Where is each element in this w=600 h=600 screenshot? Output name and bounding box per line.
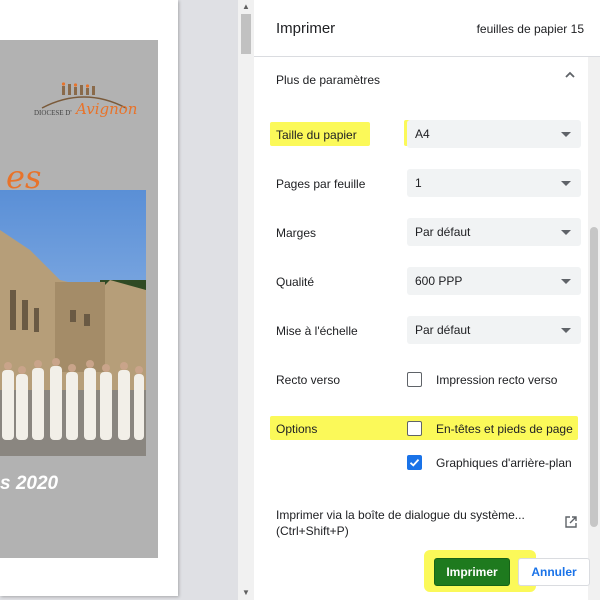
logo-caption: DIOCESE D' [34, 109, 72, 117]
print-preview-area: DIOCESE D' Avignon es s 2020 [0, 0, 238, 600]
caret-down-icon [561, 132, 571, 137]
scaling-value: Par défaut [415, 323, 471, 337]
cancel-button[interactable]: Annuler [518, 558, 590, 586]
settings-scrollbar[interactable] [588, 57, 600, 600]
preview-page: DIOCESE D' Avignon es s 2020 [0, 0, 178, 596]
duplex-checkbox[interactable] [407, 372, 422, 387]
quality-label: Qualité [276, 275, 315, 289]
system-dialog-link[interactable]: Imprimer via la boîte de dialogue du sys… [276, 507, 536, 539]
page-title: Imprimer [276, 20, 336, 37]
checkmark-icon [409, 458, 420, 467]
scroll-up-icon[interactable]: ▲ [242, 2, 250, 11]
more-settings-toggle[interactable]: Plus de paramètres [276, 73, 380, 87]
paper-size-value: A4 [415, 127, 430, 141]
preview-scrollbar[interactable]: ▲ ▼ [238, 0, 254, 600]
quality-select[interactable]: 600 PPP [407, 267, 581, 295]
margins-select[interactable]: Par défaut [407, 218, 581, 246]
caret-down-icon [561, 328, 571, 333]
system-dialog-shortcut: (Ctrl+Shift+P) [276, 524, 349, 538]
headers-footers-checkbox[interactable] [407, 421, 422, 436]
pages-per-sheet-label: Pages par feuille [276, 177, 366, 191]
sheet-count: feuilles de papier 15 [476, 22, 584, 36]
scaling-label: Mise à l'échelle [276, 324, 358, 338]
paper-size-label: Taille du papier [276, 128, 357, 142]
scroll-down-icon[interactable]: ▼ [242, 588, 250, 597]
headers-footers-label[interactable]: En-têtes et pieds de page [436, 422, 573, 436]
settings-list: Plus de paramètres Taille du papier A4 P… [254, 57, 588, 600]
duplex-checkbox-label[interactable]: Impression recto verso [436, 373, 557, 387]
pages-per-sheet-select[interactable]: 1 [407, 169, 581, 197]
quality-value: 600 PPP [415, 274, 463, 288]
preview-page-background: DIOCESE D' Avignon es s 2020 [0, 40, 158, 558]
options-label: Options [276, 422, 318, 436]
preview-scroll-thumb[interactable] [241, 14, 251, 54]
pages-per-sheet-value: 1 [415, 176, 422, 190]
margins-label: Marges [276, 226, 317, 240]
preview-year-fragment: s 2020 [0, 473, 59, 494]
logo-script-text: Avignon [76, 100, 138, 118]
preview-photo [0, 190, 146, 456]
settings-scroll-thumb[interactable] [590, 227, 598, 527]
print-settings-panel: Imprimer feuilles de papier 15 Plus de p… [254, 0, 600, 600]
background-graphics-checkbox[interactable] [407, 455, 422, 470]
chevron-up-icon[interactable] [562, 67, 578, 83]
system-dialog-text: Imprimer via la boîte de dialogue du sys… [276, 508, 525, 522]
caret-down-icon [561, 279, 571, 284]
background-graphics-label[interactable]: Graphiques d'arrière-plan [436, 456, 572, 470]
print-button[interactable]: Imprimer [434, 558, 510, 586]
paper-size-select[interactable]: A4 [407, 120, 581, 148]
scaling-select[interactable]: Par défaut [407, 316, 581, 344]
margins-value: Par défaut [415, 225, 471, 239]
caret-down-icon [561, 230, 571, 235]
panel-header: Imprimer feuilles de papier 15 [254, 0, 600, 57]
duplex-label: Recto verso [276, 373, 341, 387]
open-external-icon[interactable] [564, 515, 578, 529]
caret-down-icon [561, 181, 571, 186]
